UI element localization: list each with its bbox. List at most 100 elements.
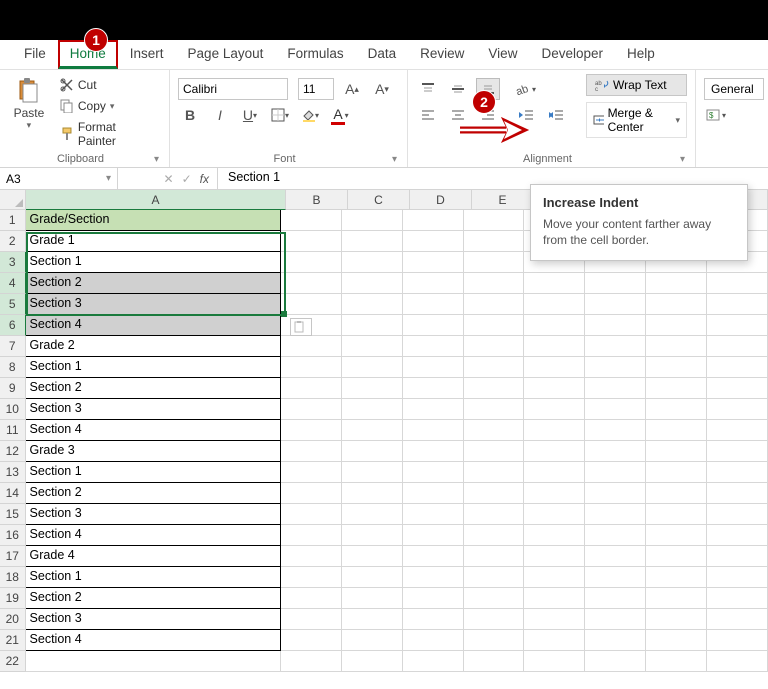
cell[interactable] bbox=[403, 420, 464, 441]
tab-data[interactable]: Data bbox=[356, 40, 409, 69]
cell[interactable] bbox=[585, 420, 646, 441]
row-header[interactable]: 20 bbox=[0, 609, 26, 630]
cell[interactable] bbox=[281, 294, 342, 315]
cell[interactable] bbox=[403, 462, 464, 483]
paste-options-button[interactable] bbox=[290, 318, 312, 336]
cell[interactable] bbox=[464, 630, 525, 651]
cell[interactable]: Section 1 bbox=[26, 462, 281, 483]
name-box[interactable]: A3▾ bbox=[0, 168, 118, 189]
cell[interactable] bbox=[464, 315, 525, 336]
cell[interactable] bbox=[585, 357, 646, 378]
cell[interactable]: Grade 3 bbox=[26, 441, 281, 462]
cell[interactable] bbox=[585, 609, 646, 630]
copy-button[interactable]: Copy ▾ bbox=[56, 97, 161, 115]
align-left-button[interactable] bbox=[416, 104, 440, 126]
tab-insert[interactable]: Insert bbox=[118, 40, 176, 69]
cell[interactable] bbox=[342, 546, 403, 567]
cell[interactable] bbox=[464, 420, 525, 441]
cell[interactable] bbox=[281, 588, 342, 609]
cell[interactable] bbox=[403, 546, 464, 567]
cell[interactable] bbox=[281, 504, 342, 525]
cell[interactable] bbox=[707, 462, 768, 483]
cell[interactable] bbox=[646, 357, 707, 378]
cell[interactable] bbox=[524, 399, 585, 420]
cell[interactable] bbox=[524, 630, 585, 651]
font-launcher[interactable]: ▾ bbox=[390, 154, 399, 165]
cell[interactable] bbox=[646, 462, 707, 483]
cell[interactable] bbox=[707, 420, 768, 441]
cell[interactable] bbox=[403, 231, 464, 252]
row-header[interactable]: 2 bbox=[0, 231, 26, 252]
decrease-font-button[interactable]: A▾ bbox=[370, 78, 394, 100]
cell[interactable] bbox=[281, 336, 342, 357]
cell[interactable] bbox=[524, 420, 585, 441]
cell[interactable] bbox=[342, 357, 403, 378]
row-header[interactable]: 9 bbox=[0, 378, 26, 399]
column-header-e[interactable]: E bbox=[472, 190, 534, 210]
column-header-d[interactable]: D bbox=[410, 190, 472, 210]
cell[interactable] bbox=[403, 336, 464, 357]
row-header[interactable]: 13 bbox=[0, 462, 26, 483]
increase-indent-button[interactable] bbox=[544, 104, 568, 126]
cell[interactable] bbox=[524, 525, 585, 546]
cell[interactable] bbox=[281, 609, 342, 630]
cell[interactable] bbox=[464, 210, 525, 231]
cell[interactable] bbox=[707, 441, 768, 462]
cell[interactable] bbox=[464, 567, 525, 588]
cell[interactable] bbox=[342, 567, 403, 588]
row-header[interactable]: 19 bbox=[0, 588, 26, 609]
cell[interactable] bbox=[646, 273, 707, 294]
cell[interactable] bbox=[524, 336, 585, 357]
cell[interactable] bbox=[524, 651, 585, 672]
cell[interactable] bbox=[342, 420, 403, 441]
cell[interactable] bbox=[464, 546, 525, 567]
column-header-a[interactable]: A bbox=[26, 190, 286, 210]
orientation-button[interactable]: ab▾ bbox=[514, 78, 538, 100]
column-header-c[interactable]: C bbox=[348, 190, 410, 210]
cell[interactable]: Section 1 bbox=[26, 567, 281, 588]
cell[interactable] bbox=[403, 273, 464, 294]
cell[interactable] bbox=[403, 651, 464, 672]
cell[interactable] bbox=[524, 546, 585, 567]
cell[interactable] bbox=[707, 567, 768, 588]
cell[interactable] bbox=[707, 504, 768, 525]
cell[interactable] bbox=[342, 378, 403, 399]
cell[interactable] bbox=[585, 567, 646, 588]
cell[interactable] bbox=[403, 378, 464, 399]
italic-button[interactable]: I bbox=[208, 104, 232, 126]
cell[interactable] bbox=[707, 399, 768, 420]
cell[interactable] bbox=[403, 294, 464, 315]
cell[interactable]: Section 2 bbox=[26, 273, 281, 294]
row-header[interactable]: 17 bbox=[0, 546, 26, 567]
cell[interactable] bbox=[342, 462, 403, 483]
align-middle-button[interactable] bbox=[446, 78, 470, 100]
cell[interactable] bbox=[585, 315, 646, 336]
cell[interactable] bbox=[281, 483, 342, 504]
cell[interactable] bbox=[464, 525, 525, 546]
cell[interactable] bbox=[464, 651, 525, 672]
cell[interactable] bbox=[342, 609, 403, 630]
cell[interactable] bbox=[524, 357, 585, 378]
tab-file[interactable]: File bbox=[12, 40, 58, 69]
row-header[interactable]: 10 bbox=[0, 399, 26, 420]
cell[interactable] bbox=[707, 378, 768, 399]
cell[interactable] bbox=[342, 336, 403, 357]
cell[interactable] bbox=[403, 210, 464, 231]
cancel-formula-button[interactable]: ✕ bbox=[164, 172, 174, 186]
cell[interactable] bbox=[646, 336, 707, 357]
cell[interactable] bbox=[281, 441, 342, 462]
cell[interactable] bbox=[524, 504, 585, 525]
select-all-corner[interactable] bbox=[0, 190, 26, 210]
cell[interactable] bbox=[464, 231, 525, 252]
cell[interactable] bbox=[403, 609, 464, 630]
cell[interactable] bbox=[646, 483, 707, 504]
cell[interactable] bbox=[646, 567, 707, 588]
cell[interactable] bbox=[26, 651, 281, 672]
font-size-input[interactable] bbox=[298, 78, 334, 100]
cell[interactable] bbox=[464, 273, 525, 294]
cell[interactable] bbox=[646, 399, 707, 420]
row-header[interactable]: 4 bbox=[0, 273, 26, 294]
cell[interactable] bbox=[464, 357, 525, 378]
cell[interactable] bbox=[585, 588, 646, 609]
cell[interactable] bbox=[585, 462, 646, 483]
